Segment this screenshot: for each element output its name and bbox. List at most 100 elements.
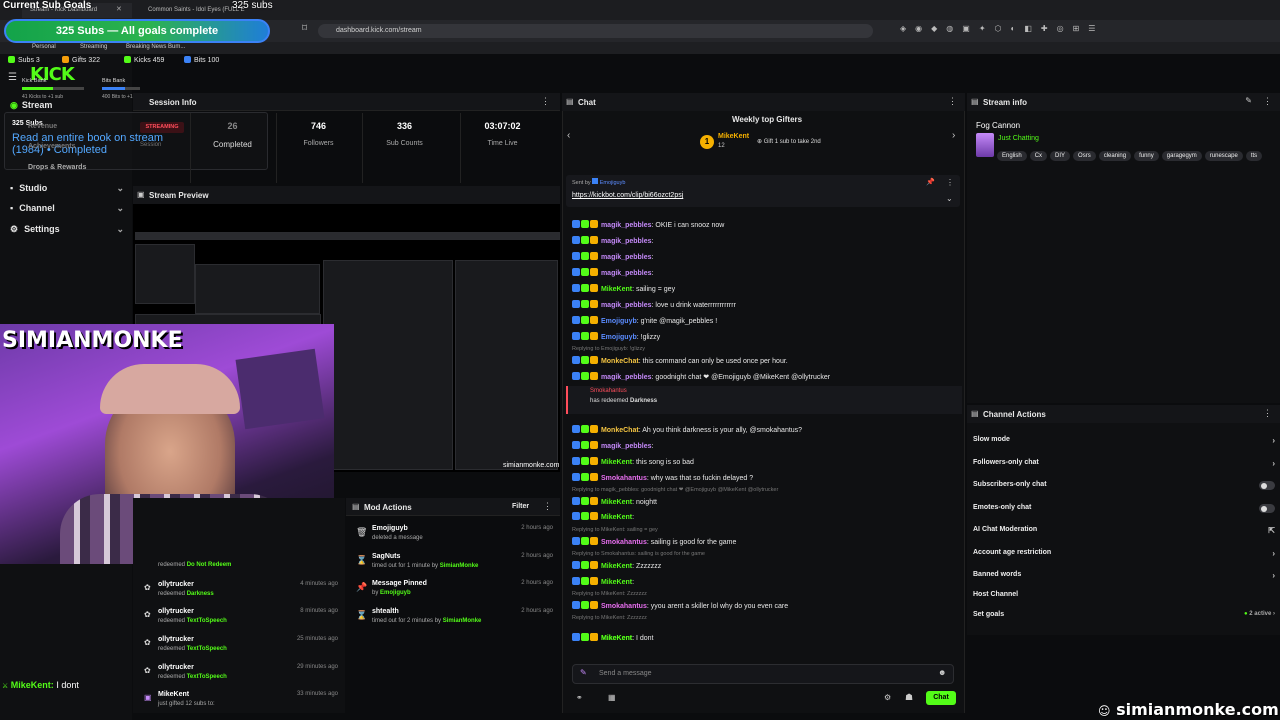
- more-icon[interactable]: ⋮: [946, 178, 954, 187]
- chat-message[interactable]: magik_pebbles: love u drink waterrrrrrrr…: [572, 300, 957, 314]
- action-ai-moderation[interactable]: AI Chat Moderation ⇱: [973, 526, 1275, 546]
- chat-message[interactable]: MonkeChat: this command can only be used…: [572, 356, 957, 370]
- chat-message[interactable]: Emojiguyb: !glizzy: [572, 332, 957, 346]
- edit-icon[interactable]: ✎: [1245, 96, 1252, 105]
- emotes-only-toggle[interactable]: [1259, 504, 1275, 513]
- tag[interactable]: English: [997, 151, 1027, 161]
- chat-message[interactable]: magik_pebbles: goodnight chat ❤ @Emojigu…: [572, 372, 957, 386]
- sidebar-item-channel[interactable]: ▪ Channel ⌄: [10, 203, 126, 219]
- url-field[interactable]: dashboard.kick.com/stream: [318, 24, 873, 38]
- chat-username[interactable]: Smokahantus: [601, 539, 647, 546]
- chat-message[interactable]: magik_pebbles:: [572, 268, 957, 282]
- sidebar-item-drops[interactable]: Drops & Rewards: [28, 164, 144, 180]
- calendar-icon[interactable]: ▦: [608, 693, 616, 702]
- tag[interactable]: DIY: [1050, 151, 1071, 161]
- tag[interactable]: funny: [1134, 151, 1159, 161]
- tag[interactable]: runescape: [1204, 151, 1243, 161]
- chat-username[interactable]: Smokahantus: [601, 603, 647, 610]
- chat-username[interactable]: MonkeChat: [601, 358, 639, 365]
- more-icon[interactable]: ⋮: [541, 96, 550, 107]
- chat-message[interactable]: MonkeChat: Ah you think darkness is your…: [572, 425, 957, 439]
- chat-username[interactable]: magik_pebbles: [601, 443, 652, 450]
- extensions-toolbar[interactable]: ◈◉◆◍▣✦⬡◐◧✚◎⊞☰: [900, 24, 1270, 38]
- chat-message[interactable]: MikeKent: noightt: [572, 497, 957, 511]
- settings-icon[interactable]: ⚙: [884, 693, 891, 702]
- chat-message[interactable]: MikeKent: Zzzzzzz: [572, 561, 957, 575]
- sidebar-item-settings[interactable]: ⚙ Settings ⌄: [10, 224, 126, 240]
- sidebar-item-achievements[interactable]: Achievements: [28, 143, 144, 159]
- chat-message[interactable]: magik_pebbles:: [572, 236, 957, 250]
- chat-username[interactable]: MikeKent: [601, 499, 632, 506]
- tag[interactable]: garagegym: [1161, 151, 1202, 161]
- more-icon[interactable]: ⋮: [1263, 408, 1272, 419]
- category-name[interactable]: Just Chatting: [998, 135, 1039, 142]
- action-set-goals[interactable]: Set goals ● 2 active ›: [973, 611, 1275, 631]
- action-slow-mode[interactable]: Slow mode ›: [973, 436, 1275, 456]
- chat-username[interactable]: magik_pebbles: [601, 302, 652, 309]
- action-banned-words[interactable]: Banned words ›: [973, 571, 1275, 591]
- emote-icon[interactable]: ✎: [580, 668, 587, 677]
- top-gifter-name[interactable]: MikeKent: [718, 133, 749, 140]
- action-host-channel[interactable]: Host Channel: [973, 591, 1275, 611]
- chat-tools-icon[interactable]: ⚭: [576, 693, 583, 702]
- chat-username[interactable]: MikeKent: [601, 635, 632, 642]
- chat-message[interactable]: magik_pebbles:: [572, 252, 957, 266]
- chat-username[interactable]: MikeKent: [601, 514, 632, 521]
- tag[interactable]: tts: [1245, 151, 1263, 161]
- chat-message[interactable]: Smokahantus: yyou arent a skiller lol wh…: [572, 601, 957, 615]
- chat-message[interactable]: MikeKent: sailing = gey: [572, 284, 957, 298]
- bookmark-streaming[interactable]: Streaming: [80, 44, 107, 50]
- sidebar-item-studio[interactable]: ▪ Studio ⌄: [10, 183, 126, 199]
- bot-icon[interactable]: ☗: [905, 692, 913, 703]
- chat-message[interactable]: magik_pebbles:: [572, 441, 957, 455]
- action-followers-only[interactable]: Followers-only chat ›: [973, 459, 1275, 479]
- chat-message[interactable]: Smokahantus: why was that so fuckin dela…: [572, 473, 957, 487]
- bookmark-icon[interactable]: ⌑: [302, 23, 307, 34]
- more-icon[interactable]: ⋮: [543, 501, 552, 512]
- action-emotes-only[interactable]: Emotes-only chat: [973, 504, 1275, 524]
- action-subscribers-only[interactable]: Subscribers-only chat: [973, 481, 1275, 501]
- chat-username[interactable]: magik_pebbles: [601, 374, 652, 381]
- badge-icon: [590, 220, 598, 228]
- chat-username[interactable]: MikeKent: [601, 563, 632, 570]
- bookmark-news[interactable]: Breaking News Bum...: [126, 44, 185, 50]
- chevron-left-icon[interactable]: ‹: [567, 130, 570, 141]
- chevron-down-icon: ⌄: [116, 183, 124, 193]
- chat-message[interactable]: magik_pebbles: OKIE i can snooz now: [572, 220, 957, 234]
- chat-username[interactable]: MonkeChat: [601, 427, 639, 434]
- send-chat-button[interactable]: Chat: [926, 691, 956, 705]
- tag[interactable]: Osrs: [1073, 151, 1096, 161]
- chat-username[interactable]: magik_pebbles: [601, 238, 652, 245]
- chat-message[interactable]: MikeKent:: [572, 633, 957, 647]
- chat-message[interactable]: Smokahantus: sailing is good for the gam…: [572, 537, 957, 551]
- more-icon[interactable]: ⋮: [1263, 96, 1272, 107]
- chat-username[interactable]: MikeKent: [601, 286, 632, 293]
- chevron-down-icon[interactable]: ⌄: [946, 194, 953, 203]
- chat-message[interactable]: MikeKent:: [572, 577, 957, 591]
- chat-username[interactable]: magik_pebbles: [601, 222, 652, 229]
- pin-icon[interactable]: 📌: [926, 178, 935, 186]
- chevron-right-icon[interactable]: ›: [952, 130, 955, 141]
- close-tab-icon[interactable]: ✕: [116, 5, 122, 13]
- chat-username[interactable]: MikeKent: [601, 579, 632, 586]
- tag[interactable]: Cx: [1029, 151, 1048, 161]
- chat-username[interactable]: MikeKent: [601, 459, 632, 466]
- pinned-link[interactable]: https://kickbot.com/clip/bi66ozct2psj: [572, 192, 683, 199]
- chat-username[interactable]: magik_pebbles: [601, 254, 652, 261]
- filter-button[interactable]: Filter: [512, 503, 529, 510]
- action-account-age[interactable]: Account age restriction ›: [973, 549, 1275, 569]
- chat-username[interactable]: Emojiguyb: [601, 334, 637, 341]
- subscribers-only-toggle[interactable]: [1259, 481, 1275, 490]
- chat-message[interactable]: Emojiguyb: g'nite @magik_pebbles !: [572, 316, 957, 330]
- tag[interactable]: cleaning: [1098, 151, 1132, 161]
- chat-username[interactable]: Smokahantus: [601, 475, 647, 482]
- chat-message[interactable]: MikeKent:: [572, 512, 957, 526]
- chat-username[interactable]: magik_pebbles: [601, 270, 652, 277]
- more-icon[interactable]: ⋮: [948, 96, 957, 107]
- emoji-picker-icon[interactable]: ☻: [938, 668, 946, 677]
- chat-username[interactable]: Emojiguyb: [601, 318, 637, 325]
- chat-input[interactable]: Send a message: [572, 664, 954, 684]
- bookmark-personal[interactable]: Personal: [32, 44, 56, 50]
- chat-message[interactable]: MikeKent: this song is so bad: [572, 457, 957, 471]
- menu-icon[interactable]: ☰: [8, 72, 17, 83]
